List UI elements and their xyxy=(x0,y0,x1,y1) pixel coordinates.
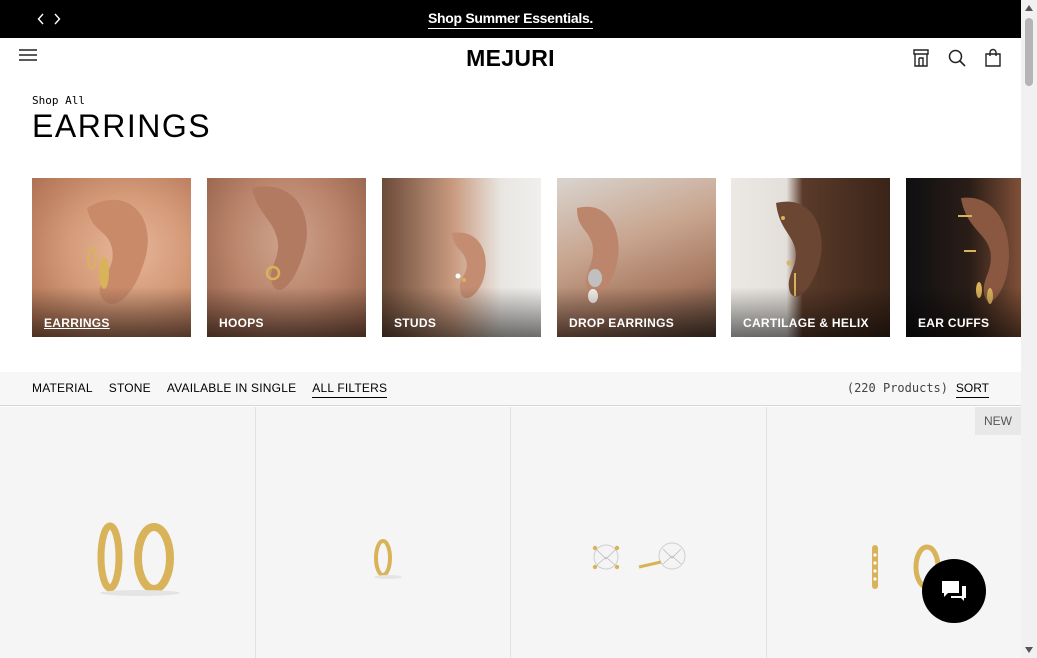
category-carousel: EARRINGS HOOPS STUDS DROP EARRINGS CARTI… xyxy=(32,178,1021,337)
breadcrumb[interactable]: Shop All xyxy=(32,94,85,107)
filter-available-in-single[interactable]: AVAILABLE IN SINGLE xyxy=(167,381,296,398)
category-card-cartilage-helix[interactable]: CARTILAGE & HELIX xyxy=(731,178,890,337)
site-header: MEJURI xyxy=(0,38,1021,80)
category-label: DROP EARRINGS xyxy=(569,316,675,330)
product-card[interactable] xyxy=(255,407,511,658)
promo-message: Shop Summer Essentials. xyxy=(0,10,1021,29)
brand-logo[interactable]: MEJURI xyxy=(0,45,1021,72)
new-badge: NEW xyxy=(975,407,1021,435)
category-label: HOOPS xyxy=(219,316,264,330)
search-icon[interactable] xyxy=(947,48,967,68)
store-icon[interactable] xyxy=(911,48,931,68)
scroll-down-arrow-icon[interactable] xyxy=(1025,647,1033,653)
filter-material[interactable]: MATERIAL xyxy=(32,381,93,398)
all-filters-button[interactable]: ALL FILTERS xyxy=(312,381,388,398)
product-image xyxy=(97,522,180,596)
category-label: CARTILAGE & HELIX xyxy=(743,316,869,330)
chat-button[interactable] xyxy=(922,559,986,623)
product-grid: NEW xyxy=(0,407,1021,658)
page-title: EARRINGS xyxy=(32,108,212,144)
header-actions xyxy=(911,48,1003,68)
product-count: (220 Products) xyxy=(846,381,948,395)
filter-stone[interactable]: STONE xyxy=(109,381,151,398)
promo-bar: Shop Summer Essentials. xyxy=(0,0,1021,38)
product-card[interactable] xyxy=(511,407,767,658)
product-card[interactable]: NEW xyxy=(766,407,1021,658)
sort-button[interactable]: SORT xyxy=(955,381,989,398)
filter-list: MATERIAL STONE AVAILABLE IN SINGLE ALL F… xyxy=(32,381,388,398)
chat-bubble-icon xyxy=(942,581,966,601)
scrollbar-thumb[interactable] xyxy=(1025,18,1033,86)
category-label: EARRINGS xyxy=(44,316,110,330)
category-label: EAR CUFFS xyxy=(918,316,990,330)
product-image xyxy=(871,544,940,590)
category-card-drop-earrings[interactable]: DROP EARRINGS xyxy=(557,178,716,337)
filter-bar: MATERIAL STONE AVAILABLE IN SINGLE ALL F… xyxy=(0,372,1021,406)
product-card[interactable] xyxy=(0,407,256,658)
category-label: STUDS xyxy=(394,316,437,330)
page-scrollbar[interactable] xyxy=(1021,0,1037,658)
category-card-ear-cuffs[interactable]: EAR CUFFS xyxy=(906,178,1021,337)
scroll-up-arrow-icon[interactable] xyxy=(1025,5,1033,11)
product-image xyxy=(592,542,686,570)
category-card-hoops[interactable]: HOOPS xyxy=(207,178,366,337)
shopping-bag-icon[interactable] xyxy=(983,48,1003,68)
category-card-studs[interactable]: STUDS xyxy=(382,178,541,337)
promo-link[interactable]: Shop Summer Essentials. xyxy=(427,10,593,29)
product-image xyxy=(373,539,402,579)
category-card-earrings[interactable]: EARRINGS xyxy=(32,178,191,337)
